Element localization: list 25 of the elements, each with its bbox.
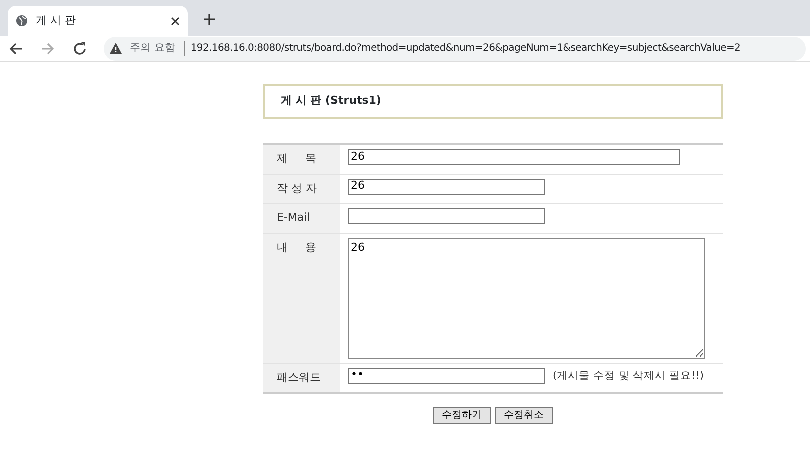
tab-title: 게 시 판 <box>36 12 77 29</box>
globe-icon <box>16 15 28 27</box>
close-icon[interactable] <box>171 16 180 26</box>
form-button[interactable]: 수정취소 <box>495 407 553 424</box>
form-button[interactable]: 수정하기 <box>433 407 491 424</box>
field-label: 작 성 자 <box>263 174 340 203</box>
browser-tab[interactable]: 게 시 판 <box>8 6 188 36</box>
hint-text: (게시물 수정 및 삭제시 필요!!) <box>553 368 704 384</box>
field-label: 내 용 <box>263 234 340 362</box>
board-title: 게 시 판 (Struts1) <box>263 84 723 119</box>
field-label: E-Mail <box>263 204 340 232</box>
field-label: 패스워드 <box>263 364 340 392</box>
input-field[interactable] <box>348 208 545 224</box>
input-field[interactable]: •• <box>348 368 545 384</box>
field-label: 제 목 <box>263 145 340 174</box>
content-textarea[interactable]: 26 <box>348 238 705 358</box>
address-bar[interactable]: 주의 요함 192.168.16.0:8080/struts/board.do?method=updated&num=26&pageNum=1&searchKey=subject&searchValue=2 <box>104 36 806 60</box>
new-tab-icon[interactable] <box>204 14 215 25</box>
reload-icon[interactable] <box>72 40 88 56</box>
input-field[interactable]: 26 <box>348 149 680 165</box>
security-label: 주의 요함 <box>130 40 176 56</box>
url-text: 192.168.16.0:8080/struts/board.do?method=updated&num=26&pageNum=1&searchKey=subject&searchValue=2 <box>184 41 741 56</box>
warning-icon <box>110 43 122 54</box>
back-icon[interactable] <box>8 40 24 56</box>
input-field[interactable]: 26 <box>348 178 545 194</box>
